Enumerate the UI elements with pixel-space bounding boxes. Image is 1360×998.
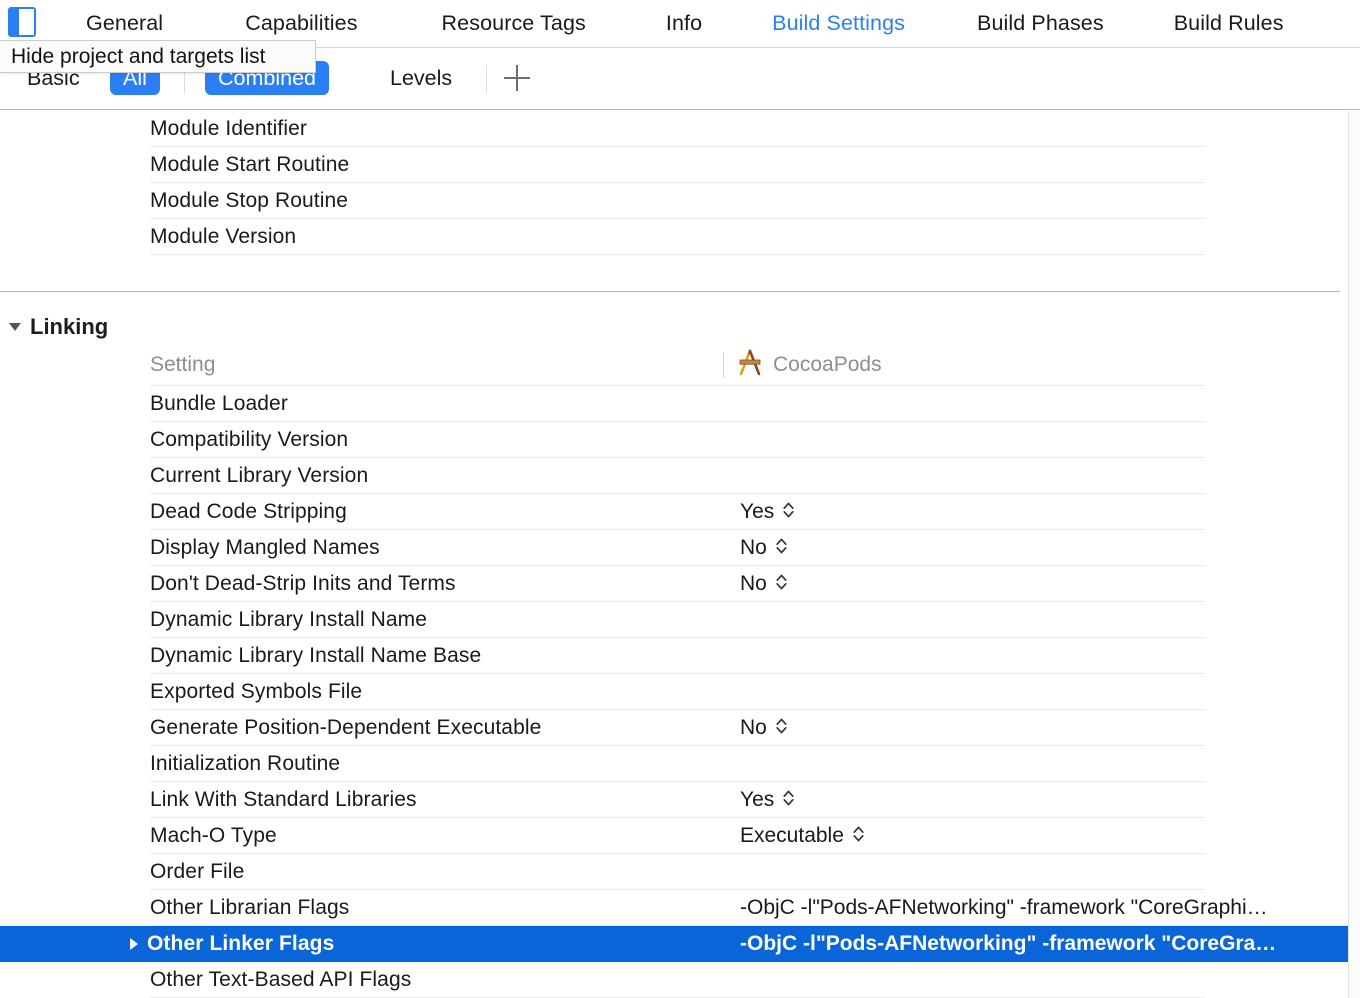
setting-value-text: -ObjC -l"Pods-AFNetworking" -framework "… (740, 931, 1277, 955)
show-hide-navigator-icon[interactable] (8, 7, 36, 37)
tab-build-settings[interactable]: Build Settings (762, 11, 915, 36)
group-header-linking[interactable]: Linking (0, 310, 1348, 344)
group-title: Linking (30, 314, 109, 339)
setting-value-text: No (740, 535, 767, 559)
vertical-scrollbar[interactable] (1348, 111, 1360, 998)
tab-info[interactable]: Info (656, 11, 712, 36)
build-settings-table[interactable]: Module Identifier Module Start Routine Mod… (0, 111, 1348, 998)
setting-value-text: No (740, 571, 767, 595)
table-row[interactable]: Link With Standard Libraries Yes (150, 782, 1205, 818)
table-row[interactable]: Generate Position-Dependent Executable No (150, 710, 1205, 746)
setting-value-text: Yes (740, 787, 775, 811)
column-header-target: CocoaPods (723, 347, 882, 382)
filter-levels[interactable]: Levels (377, 61, 465, 95)
linking-settings-rows: Bundle Loader Compatibility Version Curren… (0, 386, 1348, 998)
table-row[interactable]: Current Library Version (150, 458, 1205, 494)
popup-stepper-icon[interactable] (775, 571, 788, 596)
navigator-pane-glyph (10, 9, 19, 35)
setting-value[interactable]: -ObjC -l"Pods-AFNetworking" -framework "… (740, 896, 1348, 920)
setting-name: Dynamic Library Install Name (150, 607, 428, 631)
table-row[interactable]: Order File (150, 854, 1205, 890)
table-row[interactable]: Dead Code Stripping Yes (150, 494, 1205, 530)
setting-name: Other Librarian Flags (150, 895, 350, 919)
table-row[interactable]: Compatibility Version (150, 422, 1205, 458)
setting-value-text: No (740, 715, 767, 739)
setting-name: Generate Position-Dependent Executable (150, 715, 542, 739)
setting-value[interactable]: Executable (740, 823, 865, 848)
table-row[interactable]: Module Version (150, 219, 1205, 255)
setting-name: Module Start Routine (150, 152, 350, 176)
column-divider (723, 351, 724, 378)
setting-value-text: -ObjC -l"Pods-AFNetworking" -framework "… (740, 895, 1268, 919)
tab-build-rules[interactable]: Build Rules (1164, 11, 1294, 36)
setting-name: Dynamic Library Install Name Base (150, 643, 482, 667)
setting-name: Dead Code Stripping (150, 499, 347, 523)
popup-stepper-icon[interactable] (782, 499, 795, 524)
setting-value[interactable]: No (740, 535, 788, 560)
column-header-target-label: CocoaPods (773, 352, 882, 376)
setting-value-text: Executable (740, 823, 844, 847)
tab-general[interactable]: General (76, 11, 173, 36)
setting-name: Link With Standard Libraries (150, 787, 417, 811)
setting-name: Display Mangled Names (150, 535, 380, 559)
popup-stepper-icon[interactable] (852, 823, 865, 848)
table-row[interactable]: Exported Symbols File (150, 674, 1205, 710)
tab-build-phases[interactable]: Build Phases (967, 11, 1114, 36)
setting-name: Module Stop Routine (150, 188, 349, 212)
table-row[interactable]: Module Identifier (150, 111, 1205, 147)
setting-name: Bundle Loader (150, 391, 288, 415)
setting-name: Other Linker Flags (147, 931, 335, 955)
setting-name: Other Text-Based API Flags (150, 967, 412, 991)
setting-name: Mach-O Type (150, 823, 277, 847)
top-settings-rows: Module Identifier Module Start Routine Mod… (0, 111, 1348, 255)
editor-pane-glyph (19, 9, 34, 35)
setting-name: Compatibility Version (150, 427, 349, 451)
table-row[interactable]: Don't Dead-Strip Inits and Terms No (150, 566, 1205, 602)
setting-value[interactable]: No (740, 571, 788, 596)
triangle-down-icon[interactable] (9, 323, 21, 331)
table-row[interactable]: Other Linker Flags -ObjC -l"Pods-AFNetwor… (0, 926, 1348, 962)
setting-value[interactable]: Yes (740, 787, 795, 812)
table-row[interactable]: Mach-O Type Executable (150, 818, 1205, 854)
popup-stepper-icon[interactable] (775, 715, 788, 740)
filter-separator-2 (486, 65, 487, 93)
xcode-build-settings-window: General Capabilities Resource Tags Info … (0, 0, 1360, 998)
table-column-header: Setting CocoaPods (150, 344, 1205, 386)
column-header-setting: Setting (150, 352, 216, 376)
setting-name: Exported Symbols File (150, 679, 363, 703)
table-row[interactable]: Dynamic Library Install Name (150, 602, 1205, 638)
table-row[interactable]: Dynamic Library Install Name Base (150, 638, 1205, 674)
tab-resource-tags[interactable]: Resource Tags (432, 11, 596, 36)
table-row[interactable]: Module Start Routine (150, 147, 1205, 183)
tooltip-hide-project-and-targets-list: Hide project and targets list (0, 40, 316, 73)
table-row[interactable]: Initialization Routine (150, 746, 1205, 782)
setting-value-text: Yes (740, 499, 775, 523)
setting-name: Module Identifier (150, 116, 307, 140)
setting-name: Current Library Version (150, 463, 369, 487)
plus-icon[interactable] (502, 63, 532, 93)
setting-value[interactable]: -ObjC -l"Pods-AFNetworking" -framework "… (740, 932, 1348, 956)
table-row[interactable]: Display Mangled Names No (150, 530, 1205, 566)
table-row[interactable]: Bundle Loader (150, 386, 1205, 422)
setting-value[interactable]: No (740, 715, 788, 740)
popup-stepper-icon[interactable] (775, 535, 788, 560)
setting-value[interactable]: Yes (740, 499, 795, 524)
setting-name: Order File (150, 859, 245, 883)
setting-name: Initialization Routine (150, 751, 341, 775)
setting-name: Module Version (150, 224, 297, 248)
table-row[interactable]: Other Librarian Flags -ObjC -l"Pods-AFNet… (150, 890, 1348, 926)
cocoapods-icon (736, 347, 764, 382)
triangle-right-icon[interactable] (130, 937, 138, 950)
table-row[interactable]: Other Text-Based API Flags (150, 962, 1205, 998)
table-row[interactable]: Module Stop Routine (150, 183, 1205, 219)
section-spacer-2 (0, 292, 1348, 310)
setting-name: Don't Dead-Strip Inits and Terms (150, 571, 456, 595)
tab-capabilities[interactable]: Capabilities (235, 11, 367, 36)
popup-stepper-icon[interactable] (782, 787, 795, 812)
